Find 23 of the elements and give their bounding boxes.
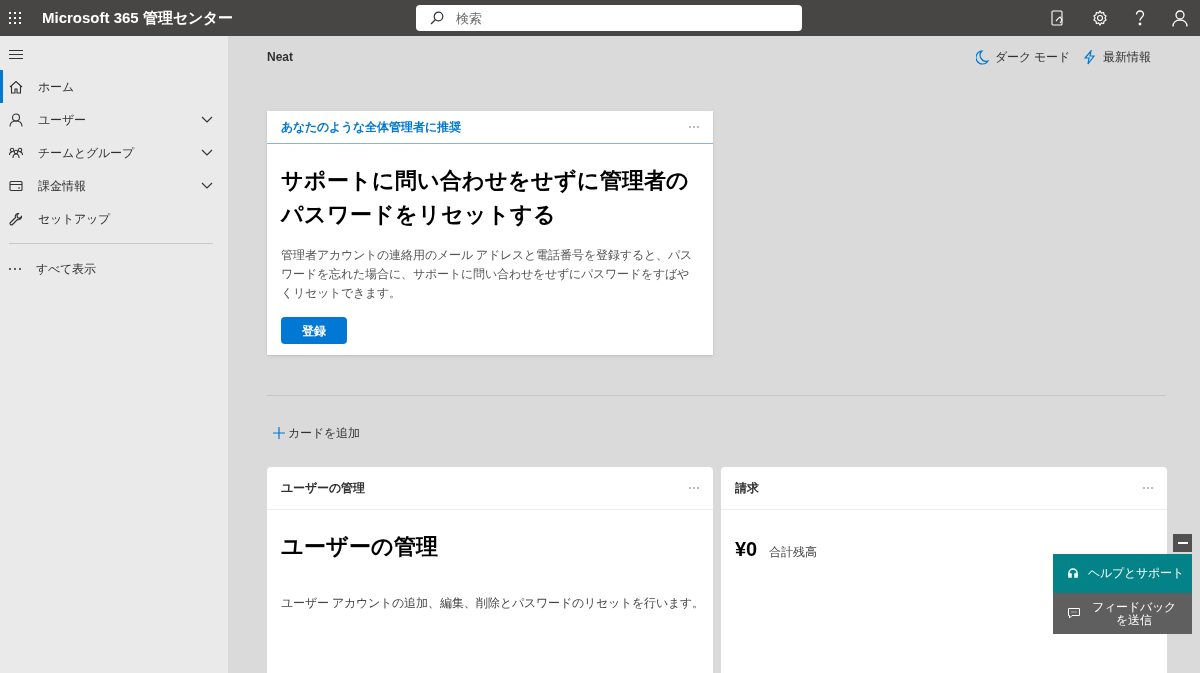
org-name: Neat <box>267 49 293 66</box>
card-title: サポートに問い合わせをせずに管理者のパスワードをリセットする <box>281 167 690 229</box>
add-card-button[interactable]: カードを追加 <box>273 424 360 442</box>
sidebar-item[interactable]: チームとグループ <box>0 136 228 169</box>
send-feedback-button[interactable]: フィードバックを送信 <box>1053 593 1192 634</box>
dark-mode-button[interactable]: ダーク モード <box>975 48 1070 66</box>
balance-caption: 合計残高 <box>769 544 818 561</box>
sidebar-item[interactable]: 課金情報 <box>0 169 228 202</box>
sidebar-item[interactable]: セットアップ <box>0 202 228 235</box>
balance-amount: ¥0 <box>735 537 758 562</box>
show-all-link[interactable]: すべて表示 <box>0 252 228 285</box>
card-description: ユーザー アカウントの追加、編集、削除とパスワードのリセットを行います。 <box>281 595 699 612</box>
card-description: 管理者アカウントの連絡用のメール アドレスと電話番号を登録すると、パスワードを忘れた場合に、サポートに問い合わせをせずにパスワードをすばやくリセットできます。 <box>281 247 694 302</box>
card-title: ユーザーの管理 <box>281 533 439 561</box>
search-field[interactable]: 検索 <box>415 5 802 31</box>
card-header: 請求 <box>735 480 759 497</box>
app-title: Microsoft 365 管理センター <box>42 7 233 28</box>
help-support-button[interactable]: ヘルプとサポート <box>1053 554 1192 593</box>
sidebar-item[interactable]: ユーザー <box>0 103 228 136</box>
card-header: ユーザーの管理 <box>281 480 365 497</box>
recommendation-label: あなたのような全体管理者に推奨 <box>281 119 461 136</box>
register-button[interactable]: 登録 <box>281 317 347 344</box>
whats-new-button[interactable]: 最新情報 <box>1084 48 1151 66</box>
